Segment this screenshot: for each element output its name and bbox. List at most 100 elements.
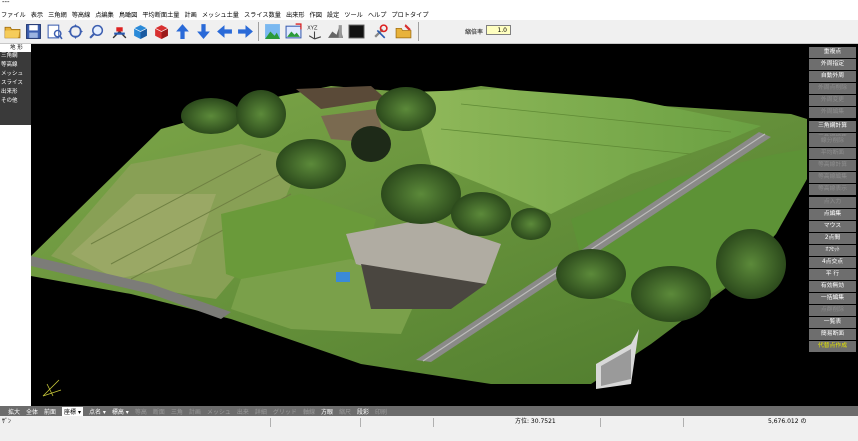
menu-item[interactable]: 設定 — [327, 10, 339, 19]
left-panel-item[interactable]: 三角網 — [0, 52, 31, 61]
menu-item[interactable]: ツール — [344, 10, 363, 19]
right-panel-button[interactable]: 一括編集 — [809, 293, 856, 304]
tree-cluster — [451, 192, 511, 236]
right-panel-button[interactable]: ｵﾌｾｯﾄ — [809, 245, 856, 256]
toolbar: XYZ 縮倍率 1.0 — [0, 20, 858, 44]
terrain-edit-icon[interactable] — [284, 22, 303, 41]
toolbar-separator — [418, 22, 419, 41]
bottom-toolbar-button[interactable]: 前面 — [44, 407, 56, 416]
bottom-toolbar-button[interactable]: 印刷 — [375, 407, 387, 416]
menu-item[interactable]: 表示 — [31, 10, 43, 19]
pan-icon[interactable] — [66, 22, 85, 41]
bottom-toolbar-button[interactable]: 縮尺 — [339, 407, 351, 416]
save-icon[interactable] — [24, 22, 43, 41]
menu-item[interactable]: プロトタイプ — [391, 10, 428, 19]
right-panel-button[interactable]: 一覧表 — [809, 317, 856, 328]
tree-cluster — [631, 266, 711, 322]
bottom-toolbar-button[interactable]: メッシュ — [207, 407, 231, 416]
left-panel-item[interactable]: スライス — [0, 79, 31, 88]
right-panel-button[interactable]: 外周指定 — [809, 59, 856, 70]
bottom-toolbar-button[interactable]: 断面 — [153, 407, 165, 416]
menu-item[interactable]: 作図 — [310, 10, 322, 19]
left-panel-item[interactable]: 等高線 — [0, 61, 31, 70]
black-screen-icon[interactable] — [347, 22, 366, 41]
left-panel: 地 形 三角網 等高線 メッシュ スライス 出来形 その他 — [0, 44, 31, 406]
bottom-toolbar-button[interactable]: 方眼 — [321, 407, 333, 416]
right-panel-button[interactable]: 簡易断面 — [809, 329, 856, 340]
bottom-toolbar-button[interactable]: 標高 ▾ — [112, 407, 129, 416]
menu-item[interactable]: 平均断面土量 — [142, 10, 179, 19]
3d-point-cloud-viewport[interactable] — [31, 44, 807, 406]
section-view-icon[interactable] — [326, 22, 345, 41]
zoom-icon[interactable] — [87, 22, 106, 41]
right-panel-button[interactable]: 三角網計算 — [809, 121, 856, 132]
right-panel-button[interactable]: 外周編集 — [809, 107, 856, 118]
left-panel-item[interactable]: 出来形 — [0, 88, 31, 97]
right-panel-button[interactable]: 外周変更 — [809, 95, 856, 106]
right-panel-button[interactable]: 点入力 — [809, 197, 856, 208]
zoom-input[interactable]: 1.0 — [486, 25, 511, 35]
box-icon[interactable] — [131, 22, 150, 41]
menu-item[interactable]: 鳥瞰図 — [119, 10, 138, 19]
bottom-toolbar-button[interactable]: 座標 ▾ — [62, 406, 83, 416]
bottom-toolbar-button[interactable]: 拡大 — [8, 407, 20, 416]
bottom-toolbar-button[interactable]: 軸線 — [303, 407, 315, 416]
tree-cluster — [276, 139, 346, 189]
menu-item[interactable]: メッシュ土量 — [202, 10, 239, 19]
right-panel-button[interactable]: 点編集 — [809, 209, 856, 220]
status-bar: ｻﾞﾝ 方位: 30.7521 5,676.012 の — [0, 416, 858, 441]
menu-item[interactable]: 等高線 — [72, 10, 91, 19]
bottom-toolbar-button[interactable]: 全体 — [26, 407, 38, 416]
bottom-toolbar-button[interactable]: 出来 — [237, 407, 249, 416]
right-panel-button[interactable]: 平 行 — [809, 269, 856, 280]
bottom-toolbar-button[interactable]: グリッド — [273, 407, 297, 416]
blue-tarp — [336, 272, 350, 282]
right-panel-button[interactable]: 外周点削除 — [809, 83, 856, 94]
arrow-left-icon[interactable] — [215, 22, 234, 41]
status-divider — [270, 418, 271, 427]
right-panel-button[interactable]: 線分削除 — [809, 136, 856, 147]
right-panel-button[interactable]: 2点間 — [809, 233, 856, 244]
right-panel-button[interactable]: 4点交点 — [809, 257, 856, 268]
arrow-down-icon[interactable] — [194, 22, 213, 41]
tree-cluster — [716, 229, 786, 299]
left-panel-item[interactable]: その他 — [0, 97, 31, 106]
bottom-toolbar-button[interactable]: 詳細 — [255, 407, 267, 416]
menu-item[interactable]: ファイル — [1, 10, 26, 19]
right-panel-button[interactable]: 重複点 — [809, 47, 856, 58]
menu-item[interactable]: 三角網 — [48, 10, 67, 19]
menu-item[interactable]: 出来形 — [286, 10, 305, 19]
menu-item[interactable]: ヘルプ — [368, 10, 387, 19]
menu-item[interactable]: 計画 — [185, 10, 197, 19]
status-divider — [433, 418, 434, 427]
right-panel-button[interactable]: 等高線編集 — [809, 172, 856, 183]
status-divider — [683, 418, 684, 427]
open-folder-icon[interactable] — [3, 22, 22, 41]
right-panel-button[interactable]: 有効無効 — [809, 281, 856, 292]
red-box-icon[interactable] — [152, 22, 171, 41]
bottom-toolbar-button[interactable]: 段彩 — [357, 407, 369, 416]
status-value: 5,676.012 の — [768, 418, 807, 425]
tools-icon[interactable] — [371, 22, 390, 41]
xyz-axis-icon[interactable]: XYZ — [305, 22, 324, 41]
bottom-toolbar-button[interactable]: 三角 — [171, 407, 183, 416]
survey-instrument-icon[interactable] — [110, 22, 129, 41]
bottom-toolbar-button[interactable]: 計画 — [189, 407, 201, 416]
right-panel-button[interactable]: 自動外周 — [809, 71, 856, 82]
arrow-right-icon[interactable] — [236, 22, 255, 41]
right-panel-button[interactable]: 点群削除 — [809, 305, 856, 316]
bottom-toolbar-button[interactable]: 点名 ▾ — [89, 407, 106, 416]
bottom-toolbar-button[interactable]: 等高 — [135, 407, 147, 416]
print-preview-icon[interactable] — [45, 22, 64, 41]
right-panel-button[interactable]: 等高線計算 — [809, 160, 856, 171]
menu-item[interactable]: 点編集 — [95, 10, 114, 19]
right-panel-button[interactable]: 平均断面 — [809, 148, 856, 159]
right-panel-button[interactable]: 代替点作成 — [809, 341, 856, 352]
menu-item[interactable]: スライス数量 — [244, 10, 281, 19]
right-panel-button[interactable]: マウス — [809, 221, 856, 232]
right-panel-button[interactable]: 等高線表示 — [809, 184, 856, 195]
left-panel-item[interactable]: メッシュ — [0, 70, 31, 79]
terrain-view-icon[interactable] — [263, 22, 282, 41]
folder-edit-icon[interactable] — [394, 22, 413, 41]
arrow-up-icon[interactable] — [173, 22, 192, 41]
